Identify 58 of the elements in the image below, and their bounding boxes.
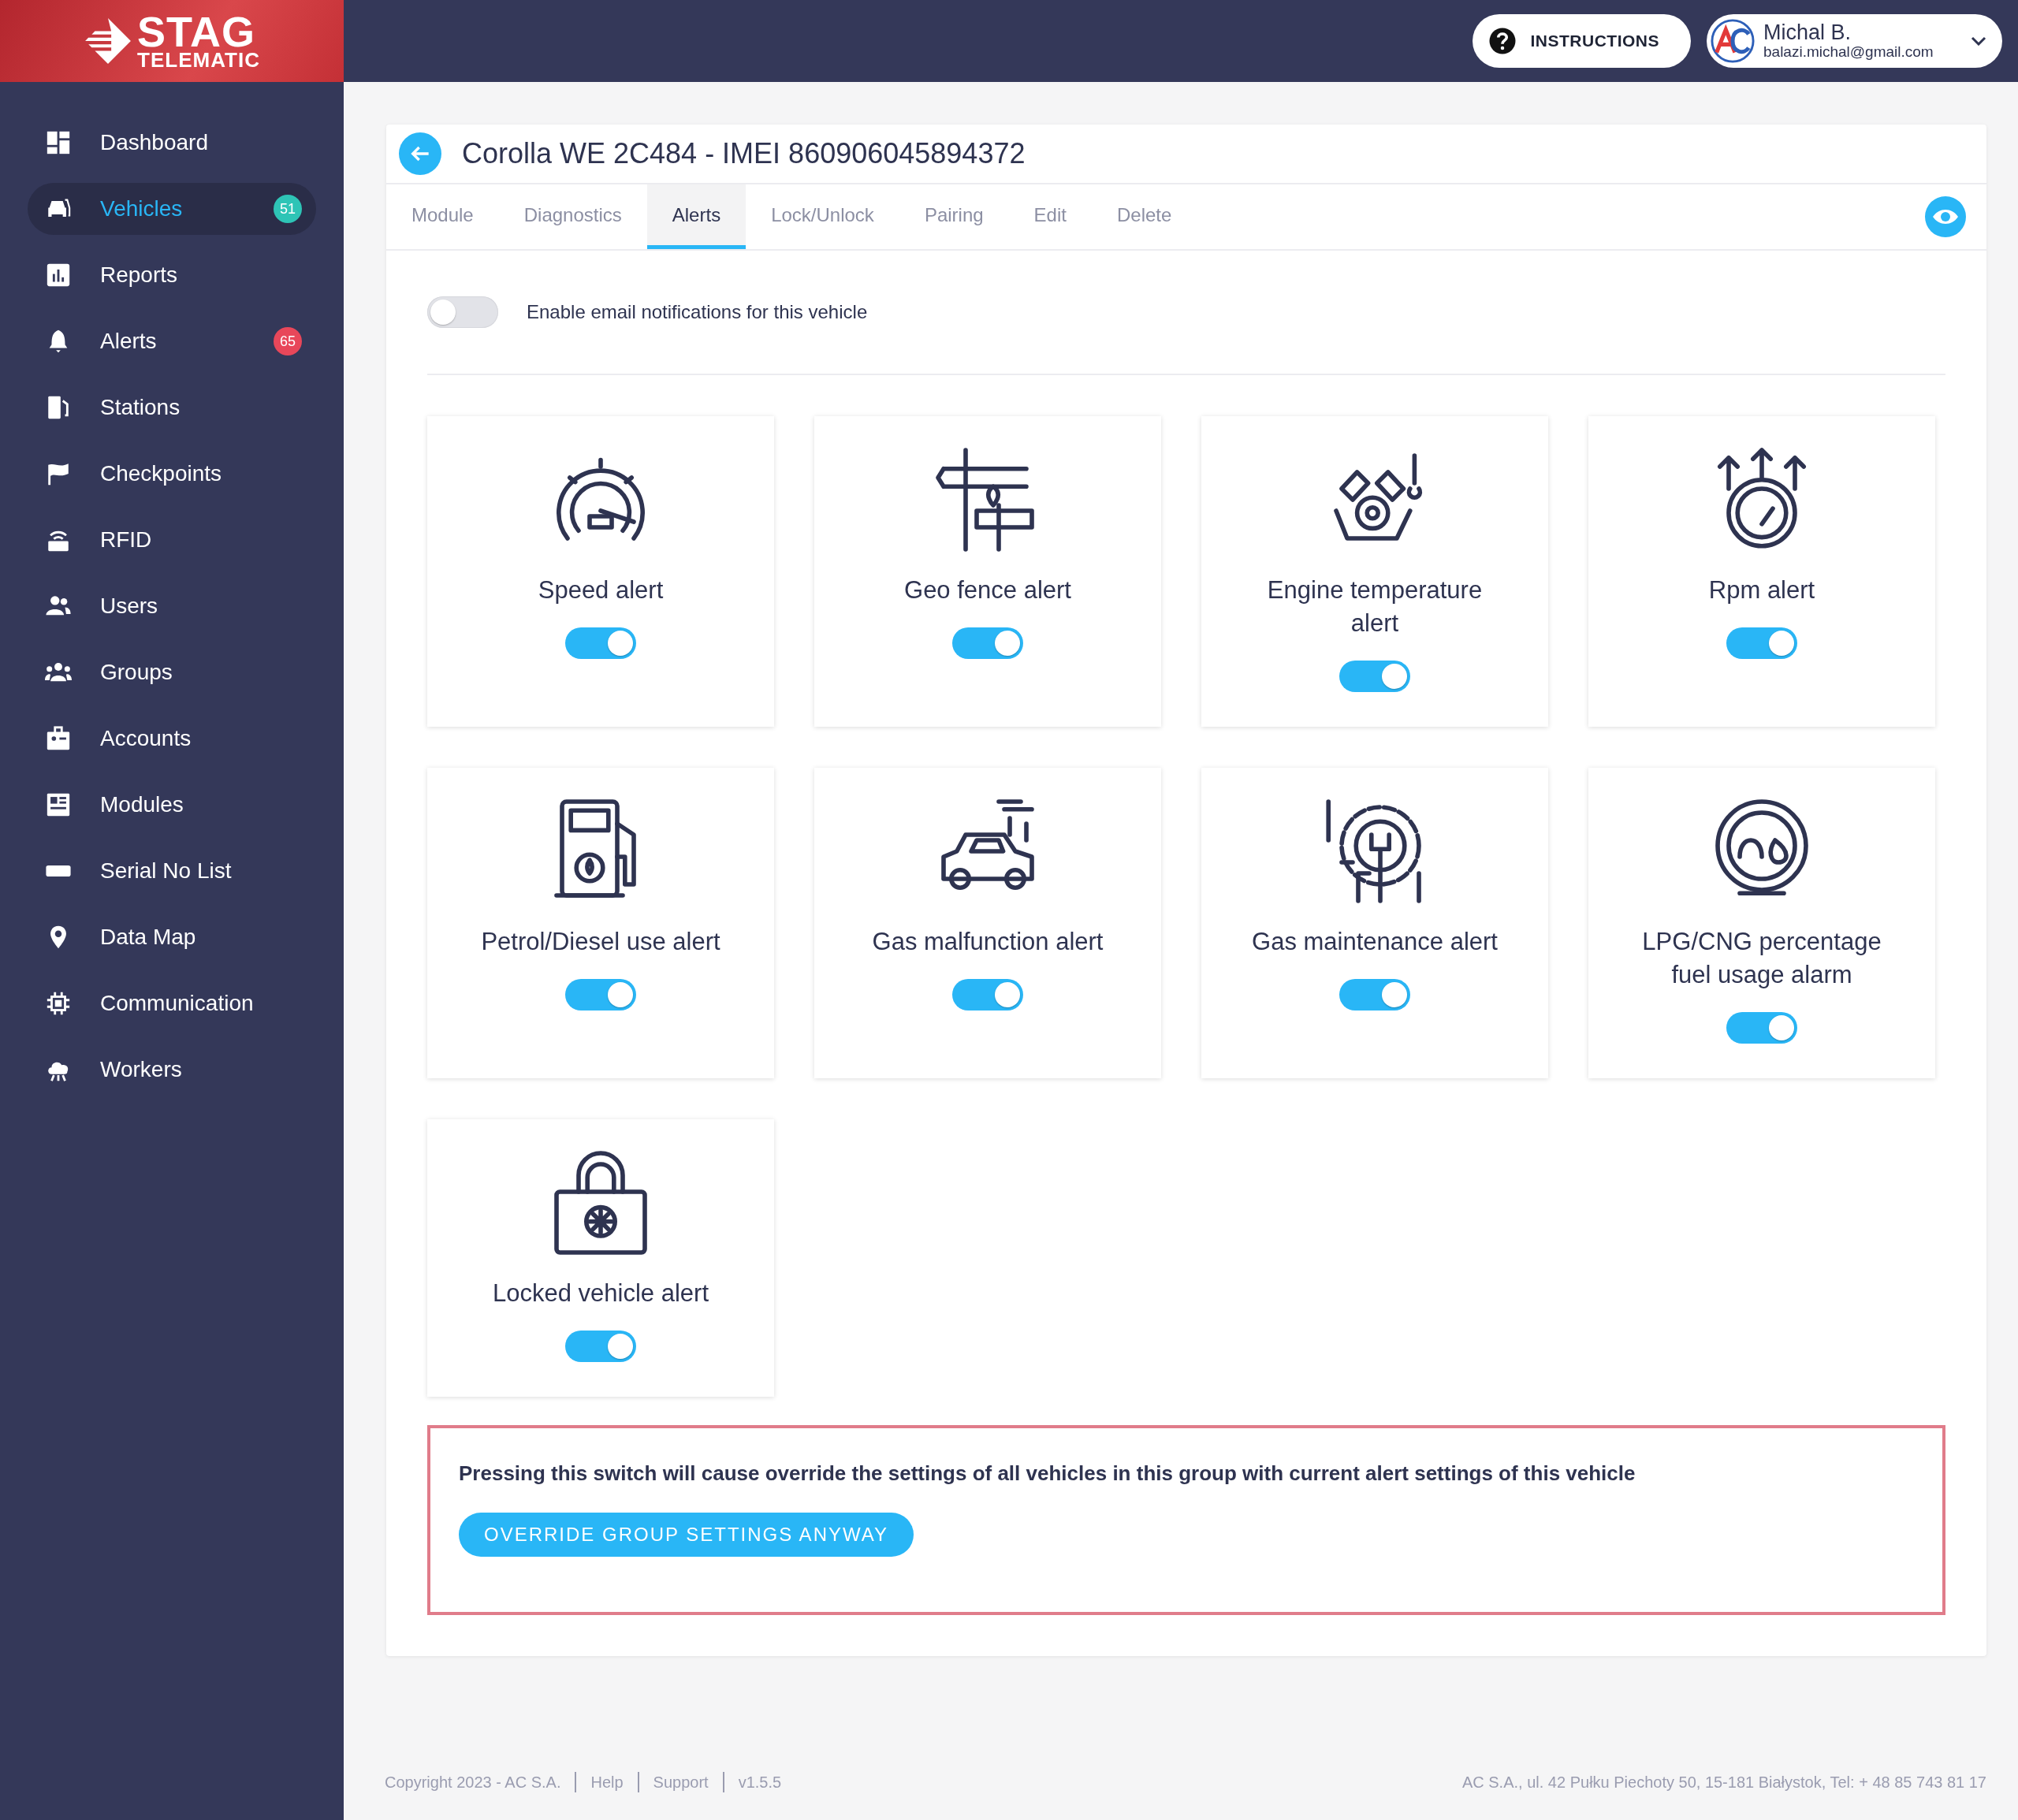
sidebar-item[interactable]: Vehicles 51 xyxy=(28,183,316,235)
sidebar-item[interactable]: Alerts 65 xyxy=(28,315,316,367)
count-badge: 65 xyxy=(274,327,302,355)
sidebar-item[interactable]: Workers xyxy=(28,1044,316,1096)
help-icon xyxy=(1487,27,1517,55)
alert-title: Rpm alert xyxy=(1708,575,1815,605)
vehicle-title: Corolla WE 2C484 - IMEI 860906045894372 xyxy=(462,137,1026,170)
email-notifications-label: Enable email notifications for this vehicle xyxy=(527,301,868,323)
company-logo-icon xyxy=(1710,18,1756,64)
sidebar-icon xyxy=(45,262,72,288)
logo-subtitle: TELEMATIC xyxy=(137,50,260,69)
toggle-switch[interactable] xyxy=(565,627,636,659)
company-address: AC S.A., ul. 42 Pułku Piechoty 50, 15-181 Białystok, Tel: + 48 85 743 81 17 xyxy=(1461,1773,1986,1792)
toggle-switch[interactable] xyxy=(565,1330,636,1362)
sidebar-item[interactable]: Serial No List xyxy=(28,845,316,897)
alert-title: Gas maintenance alert xyxy=(1252,927,1498,957)
toggle-switch[interactable] xyxy=(1726,627,1797,659)
sidebar-item[interactable]: Checkpoints xyxy=(28,448,316,500)
user-name: Michal B. xyxy=(1763,20,1852,45)
sidebar-item[interactable]: Reports xyxy=(28,249,316,301)
toggle-switch[interactable] xyxy=(427,296,498,328)
logo-title: STAG xyxy=(137,13,256,51)
alert-title: LPG/CNG percentage fuel usage alarm xyxy=(1641,927,1882,990)
eye-icon[interactable] xyxy=(1925,196,1966,237)
count-badge: 51 xyxy=(274,195,302,223)
tab[interactable]: Alerts xyxy=(646,184,747,249)
toggle-switch[interactable] xyxy=(952,627,1023,659)
user-email: balazi.michal@gmail.com xyxy=(1763,44,1934,61)
toggle-switch[interactable] xyxy=(1339,660,1410,692)
sidebar-icon xyxy=(45,129,72,156)
alert-title: Geo fence alert xyxy=(904,575,1071,605)
sidebar-item[interactable]: Modules xyxy=(28,779,316,831)
sidebar-item[interactable]: Communication xyxy=(28,977,316,1029)
copyright-text: Copyright 2023 - AC S.A. xyxy=(385,1773,561,1792)
alert-title: Engine temperature alert xyxy=(1266,575,1484,638)
toggle-switch[interactable] xyxy=(1339,978,1410,1010)
toggle-switch[interactable] xyxy=(1726,1011,1797,1044)
sidebar-icon xyxy=(45,791,72,818)
sidebar-item[interactable]: Data Map xyxy=(28,911,316,963)
sidebar-icon xyxy=(45,990,72,1017)
toggle-switch[interactable] xyxy=(565,978,636,1010)
back-button[interactable] xyxy=(399,132,441,175)
alert-title: Petrol/Diesel use alert xyxy=(481,927,720,957)
sidebar-item[interactable]: Stations xyxy=(28,381,316,434)
sidebar-item[interactable]: Accounts xyxy=(28,713,316,765)
alert-title: Locked vehicle alert xyxy=(493,1278,709,1308)
sidebar-item[interactable]: Groups xyxy=(28,646,316,698)
sidebar-icon xyxy=(45,725,72,752)
warning-message: Pressing this switch will cause override the settings of all vehicles in this group with current alert settings of this vehicle xyxy=(459,1461,1636,1486)
sidebar-item[interactable]: RFID xyxy=(28,514,316,566)
toggle-switch[interactable] xyxy=(952,978,1023,1010)
user-menu[interactable]: Michal B. balazi.michal@gmail.com xyxy=(1707,14,2002,68)
sidebar-item[interactable]: Users xyxy=(28,580,316,632)
sidebar-item[interactable]: Dashboard xyxy=(28,117,316,169)
chevron-down-icon xyxy=(1971,36,1986,46)
alert-title: Speed alert xyxy=(538,575,664,605)
instructions-button[interactable]: INSTRUCTIONS xyxy=(1472,14,1691,68)
alert-title: Gas malfunction alert xyxy=(872,927,1104,957)
